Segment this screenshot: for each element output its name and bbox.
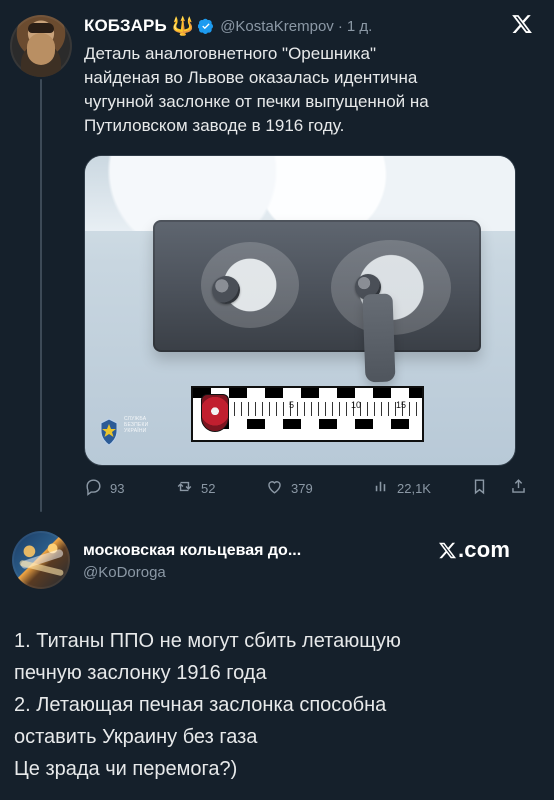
author-avatar[interactable]: [10, 15, 72, 77]
author-handle[interactable]: @KostaKrempov: [220, 18, 334, 35]
shield-emblem-icon: [100, 418, 118, 446]
share-button[interactable]: [509, 475, 528, 501]
tweet-actions: 93 52 379 22,1K: [84, 475, 534, 501]
time-separator: ·: [337, 17, 343, 35]
ruler-number: 10: [351, 400, 362, 410]
tweet-media[interactable]: 5 10 15 СЛУЖБА БЕЗПЕКИ УКРАЇНИ: [84, 155, 516, 466]
sbu-watermark: СЛУЖБА БЕЗПЕКИ УКРАЇНИ: [124, 416, 149, 434]
views-bar-icon: [371, 477, 390, 499]
top-tweet: КОБЗАРЬ 🔱 @KostaKrempov · 1 д. Деталь ан…: [0, 0, 554, 520]
x-logo-icon: [438, 542, 457, 558]
quoted-author-handle[interactable]: @KoDoroga: [83, 564, 166, 581]
quoted-author-avatar[interactable]: [12, 531, 70, 589]
bookmark-icon: [470, 477, 489, 499]
retweet-button[interactable]: 52: [175, 475, 215, 501]
x-dot-com-brand[interactable]: .com: [438, 537, 510, 563]
reply-button[interactable]: 93: [84, 475, 124, 501]
views-count: 22,1K: [397, 480, 431, 496]
author-row: КОБЗАРЬ 🔱 @KostaKrempov · 1 д.: [84, 13, 372, 39]
trident-emoji: 🔱: [171, 16, 195, 36]
tweet-time[interactable]: 1 д.: [347, 18, 372, 35]
bookmark-button[interactable]: [470, 475, 489, 501]
retweet-icon: [175, 477, 194, 499]
retweet-count: 52: [201, 480, 216, 496]
tweet-text: Деталь аналоговнетного "Орешника" найден…: [84, 44, 429, 135]
like-count: 379: [291, 480, 313, 496]
ruler-number: 15: [396, 400, 407, 410]
quoted-author-name[interactable]: московская кольцевая до...: [83, 542, 363, 560]
ruler-number: 5: [289, 400, 295, 410]
x-logo-icon[interactable]: [511, 13, 533, 35]
reply-count: 93: [110, 480, 125, 496]
quoted-post: московская кольцевая до... @KoDoroga .co…: [0, 520, 554, 800]
heart-icon: [265, 477, 284, 499]
views-button[interactable]: 22,1K: [371, 475, 431, 501]
x-dot-com-text: .com: [458, 537, 511, 562]
ruler-ticks: [213, 402, 418, 416]
metal-latch: [362, 293, 396, 383]
like-button[interactable]: 379: [265, 475, 313, 501]
thread-line: [40, 79, 42, 512]
police-shield-icon: [201, 394, 229, 432]
verified-badge-icon: [198, 18, 214, 34]
author-display-name[interactable]: КОБЗАРЬ: [84, 16, 167, 36]
share-icon: [509, 477, 528, 499]
bolt-left: [212, 276, 240, 304]
quoted-text: 1. Титаны ППО не могут сбить летающую пе…: [14, 630, 401, 780]
reply-icon: [84, 477, 103, 499]
